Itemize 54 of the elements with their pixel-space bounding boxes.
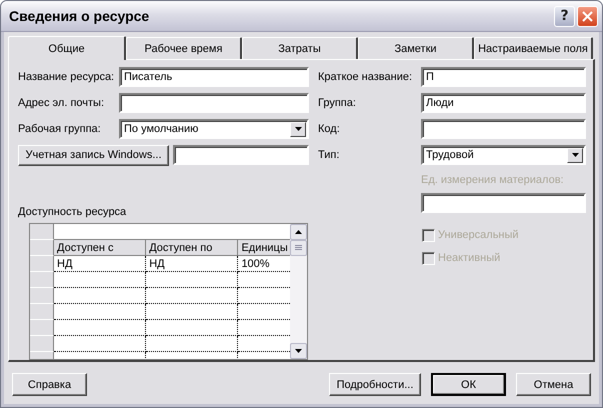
row-header [30, 256, 54, 272]
close-button[interactable] [577, 6, 598, 26]
row-header [30, 288, 54, 304]
caret-down-icon [572, 153, 578, 157]
scroll-down-button[interactable] [290, 343, 307, 359]
window-title: Сведения о ресурсе [9, 9, 150, 23]
field-label: Ед. измерения материалов: [421, 173, 565, 188]
row-header [30, 224, 54, 240]
row-header [30, 320, 54, 336]
field-label: Краткое название: [318, 70, 414, 84]
row-header [30, 240, 54, 256]
field-label: Адрес эл. почты: [18, 96, 106, 110]
tab[interactable]: Настраиваемые поля [474, 37, 593, 59]
text-field[interactable] [119, 93, 309, 113]
field-label: Название ресурса: [18, 70, 116, 84]
text-field[interactable]: Писатель [119, 67, 309, 87]
availability-table[interactable]: Доступен с Доступен по Единицы НД НД 100% [29, 223, 308, 360]
text-field[interactable]: Люди [421, 93, 586, 113]
caret-up-icon [295, 230, 302, 234]
table-cell: НД [146, 256, 238, 272]
tab[interactable]: Заметки [358, 37, 474, 59]
row-header [30, 272, 54, 288]
field-label: Группа: [318, 96, 357, 110]
table-cell: НД [54, 256, 146, 272]
column-header[interactable]: Доступен с [54, 240, 146, 256]
text-field[interactable] [173, 145, 309, 165]
row-header [30, 304, 54, 320]
field-label: Рабочая группа: [18, 122, 102, 136]
dialog-button[interactable]: Подробности... [329, 373, 421, 396]
tab[interactable]: Рабочее время [126, 37, 242, 59]
scroll-up-button[interactable] [290, 224, 307, 240]
field-label: Тип: [318, 148, 340, 162]
close-icon [582, 10, 593, 22]
windows-account-button[interactable]: Учетная запись Windows... [18, 144, 169, 166]
text-field[interactable] [421, 193, 586, 213]
dialog-button[interactable]: Справка [12, 373, 87, 396]
scrollbar-thumb[interactable] [290, 240, 307, 256]
tab[interactable]: Затраты [242, 37, 358, 59]
tab[interactable]: Общие [8, 36, 126, 60]
dialog-button[interactable]: Отмена [516, 373, 591, 396]
dropdown[interactable]: По умолчанию [119, 119, 309, 139]
dialog-button[interactable]: ОК [431, 373, 506, 396]
column-header[interactable]: Единицы [238, 240, 290, 256]
text-field[interactable] [421, 119, 586, 139]
text-field[interactable]: П [421, 67, 586, 87]
checkbox-label: Неактивный [438, 251, 500, 265]
field-label: Код: [318, 122, 341, 136]
column-header[interactable]: Доступен по [146, 240, 238, 256]
checkbox-label: Универсальный [438, 228, 519, 242]
caret-down-icon [294, 127, 302, 131]
dropdown[interactable]: Трудовой [421, 145, 586, 165]
section-label: Доступность ресурса [18, 206, 126, 218]
help-button[interactable]: ? [554, 6, 575, 26]
caret-down-icon [295, 349, 302, 353]
